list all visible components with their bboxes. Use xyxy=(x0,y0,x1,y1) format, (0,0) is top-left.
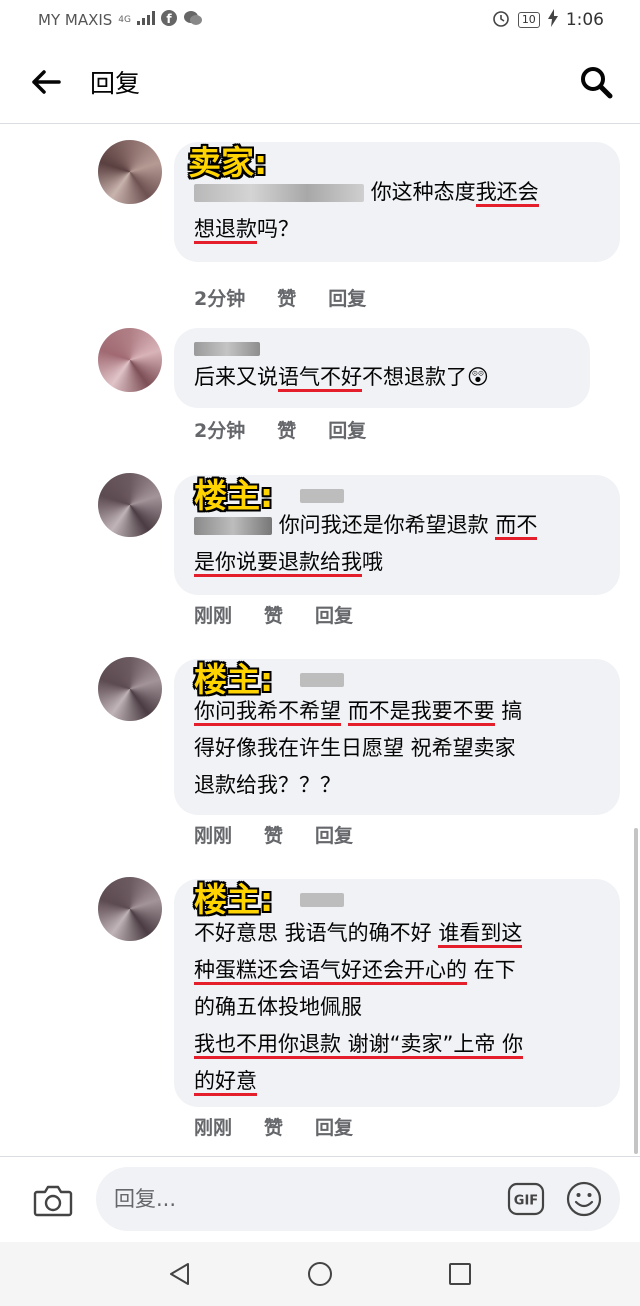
triangle-back-icon xyxy=(170,1263,189,1285)
like-button[interactable]: 赞 xyxy=(264,1113,283,1140)
search-icon xyxy=(581,66,613,98)
poster-label: 楼主: xyxy=(194,880,274,919)
reply-button[interactable]: 回复 xyxy=(315,821,353,848)
comment-actions: 刚刚 赞 回复 xyxy=(194,1113,353,1140)
app-header: 回复 xyxy=(0,40,640,124)
nav-recents-button[interactable] xyxy=(440,1254,480,1294)
gif-button[interactable]: GIF xyxy=(506,1179,546,1219)
battery-level: 10 xyxy=(517,12,540,28)
wechat-notification-icon xyxy=(183,10,203,30)
seller-label: 卖家: xyxy=(188,143,268,182)
facebook-notification-icon: f xyxy=(161,10,177,30)
emoji-button[interactable] xyxy=(564,1179,604,1219)
status-right: 10 1:06 xyxy=(492,8,604,32)
comment-text: 你问我希不希望 而不是我要不要 搞 得好像我在许生日愿望 祝希望卖家 退款给我？… xyxy=(194,699,523,797)
search-button[interactable] xyxy=(574,60,618,104)
clock-time: 1:06 xyxy=(565,10,604,30)
svg-text:f: f xyxy=(166,12,172,26)
comment-actions: 刚刚 赞 回复 xyxy=(194,821,353,848)
network-type: 4G xyxy=(118,15,131,25)
reply-button[interactable]: 回复 xyxy=(315,1113,353,1140)
reply-button[interactable]: 回复 xyxy=(315,601,353,628)
system-navigation-bar xyxy=(0,1242,640,1306)
redacted-name xyxy=(194,184,364,202)
comment-time: 2分钟 xyxy=(194,288,246,310)
poster-label: 楼主: xyxy=(194,476,274,515)
like-button[interactable]: 赞 xyxy=(277,416,296,443)
reply-composer: GIF xyxy=(0,1156,640,1242)
arrow-left-icon xyxy=(32,69,61,94)
avatar[interactable] xyxy=(98,328,162,392)
redacted-name xyxy=(194,342,260,356)
alarm-icon xyxy=(492,9,510,32)
reply-button[interactable]: 回复 xyxy=(328,284,366,311)
avatar[interactable] xyxy=(98,877,162,941)
comment-actions: 刚刚 赞 回复 xyxy=(194,601,353,628)
comment-text: 你这种态度我还会 想退款吗？ xyxy=(194,174,600,248)
page-title: 回复 xyxy=(90,68,141,98)
smiley-icon xyxy=(566,1181,602,1217)
square-recents-icon xyxy=(449,1263,471,1285)
charging-icon xyxy=(547,8,558,32)
shocked-emoji-icon: 😲 xyxy=(467,365,489,389)
avatar[interactable] xyxy=(98,657,162,721)
nav-back-button[interactable] xyxy=(160,1254,200,1294)
like-button[interactable]: 赞 xyxy=(264,601,283,628)
reply-button[interactable]: 回复 xyxy=(328,416,366,443)
comment-time: 刚刚 xyxy=(194,605,233,627)
avatar[interactable] xyxy=(98,473,162,537)
like-button[interactable]: 赞 xyxy=(264,821,283,848)
circle-home-icon xyxy=(308,1262,332,1286)
scrollbar-thumb[interactable] xyxy=(634,828,638,1154)
gif-icon: GIF xyxy=(507,1182,545,1216)
comment-actions: 2分钟 赞 回复 xyxy=(194,284,366,311)
comment-text: 你问我还是你希望退款 而不 是你说要退款给我哦 xyxy=(194,507,600,581)
redacted-name xyxy=(300,673,344,687)
carrier-name: MY MAXIS xyxy=(38,11,113,29)
camera-icon xyxy=(33,1185,73,1216)
comment-bubble: 后来又说语气不好不想退款了😲 xyxy=(174,328,590,408)
like-button[interactable]: 赞 xyxy=(277,284,296,311)
poster-label: 楼主: xyxy=(194,660,274,699)
comment-text: 不好意思 我语气的确不好 谁看到这 种蛋糕还会语气好还会开心的 在下 的确五体投… xyxy=(194,915,600,1100)
back-button[interactable] xyxy=(24,60,68,104)
svg-text:GIF: GIF xyxy=(514,1194,538,1209)
redacted-name xyxy=(300,489,344,503)
comment-actions: 2分钟 赞 回复 xyxy=(194,416,366,443)
comment-time: 刚刚 xyxy=(194,1117,233,1139)
signal-icon xyxy=(137,11,155,29)
nav-home-button[interactable] xyxy=(300,1254,340,1294)
comment-text: 后来又说语气不好不想退款了😲 xyxy=(194,359,570,396)
redacted-name xyxy=(194,517,272,535)
camera-button[interactable] xyxy=(28,1175,78,1225)
redacted-name xyxy=(300,893,344,907)
comment-time: 2分钟 xyxy=(194,420,246,442)
status-bar: MY MAXIS 4G f 10 1:06 xyxy=(0,0,640,40)
status-left: MY MAXIS 4G f xyxy=(38,10,203,30)
comment-time: 刚刚 xyxy=(194,825,233,847)
avatar[interactable] xyxy=(98,140,162,204)
